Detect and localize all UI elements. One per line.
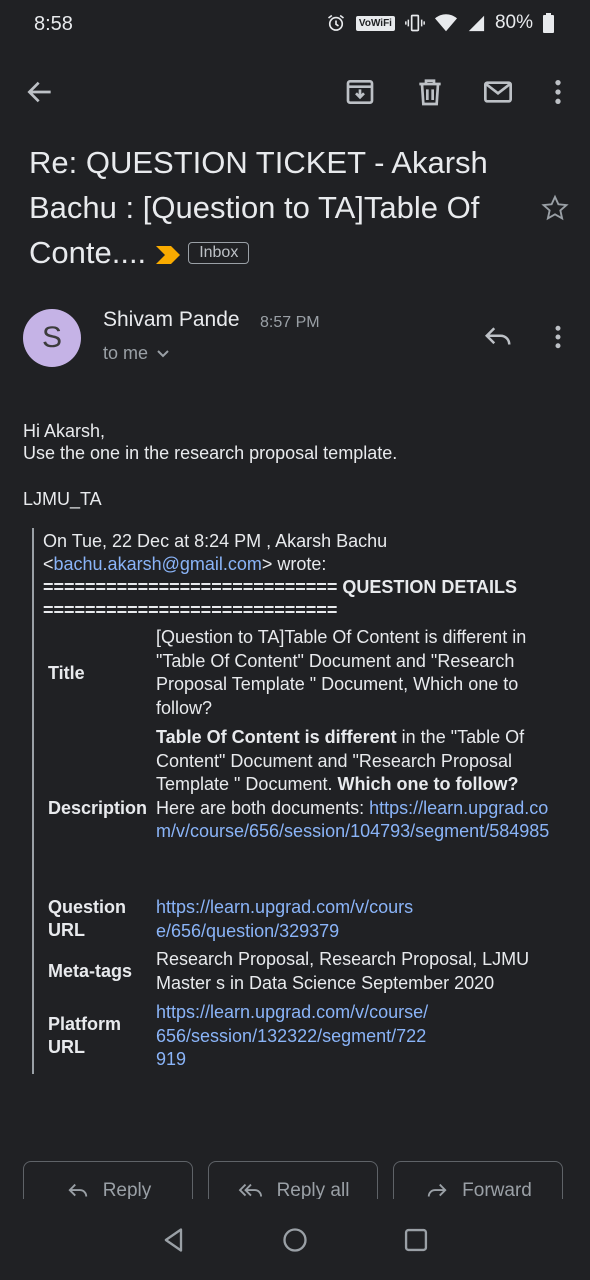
important-marker[interactable] <box>156 245 181 264</box>
quote-wrote: > wrote: <box>261 554 327 574</box>
message-text: Use the one in the research proposal tem… <box>23 443 398 463</box>
desc-bold-1: Table Of Content is different <box>156 727 397 747</box>
back-button[interactable] <box>24 76 56 108</box>
circle-home-icon <box>283 1228 307 1252</box>
arrow-back-icon <box>27 81 51 103</box>
quote-email-open: < <box>43 554 54 574</box>
desc-text-2: Here are both documents: <box>156 797 370 818</box>
quote-header: On Tue, 22 Dec at 8:24 PM , Akarsh Bachu <box>43 531 388 551</box>
mark-unread-button[interactable] <box>482 76 514 108</box>
vibrate-icon <box>405 14 425 32</box>
important-chevron-icon <box>156 245 181 264</box>
reply-icon <box>484 327 511 345</box>
greeting: Hi Akarsh, <box>23 421 106 441</box>
platform-url-link[interactable]: https://learn.upgrad.com/v/course/656/se… <box>156 1001 431 1072</box>
sender-name: Shivam Pande <box>103 308 240 331</box>
description-label: Description <box>48 798 148 818</box>
meta-tags-label: Meta-tags <box>48 961 133 981</box>
title-value: [Question to TA]Table Of Content is diff… <box>156 627 527 718</box>
star-button[interactable] <box>541 194 569 222</box>
reply-icon-button[interactable] <box>482 322 514 352</box>
nav-back-button[interactable] <box>160 1226 188 1254</box>
sent-time: 8:57 PM <box>260 314 320 331</box>
separator-2: ============================ <box>43 600 338 620</box>
more-vert-icon <box>555 325 561 349</box>
alarm-icon <box>327 14 344 31</box>
mail-icon <box>484 81 512 103</box>
separator-1: ============================ <box>43 577 338 597</box>
delete-button[interactable] <box>414 76 446 108</box>
section-title: QUESTION DETAILS <box>342 577 518 597</box>
triangle-back-icon <box>164 1228 183 1252</box>
description-value: Table Of Content is different in the "Ta… <box>156 726 561 844</box>
message-more-button[interactable] <box>542 322 574 352</box>
subject-line-2: Bachu : [Question to TA]Table Of <box>29 190 480 225</box>
quoted-message: On Tue, 22 Dec at 8:24 PM , Akarsh Bachu… <box>43 530 563 1069</box>
battery-percent: 80% <box>494 12 533 33</box>
nav-home-button[interactable] <box>281 1226 309 1254</box>
status-icons: VoWiFi 80% <box>326 12 554 34</box>
quote-bar <box>32 528 34 1074</box>
recipient-details[interactable]: to me <box>103 343 170 364</box>
title-label: Title <box>48 663 85 683</box>
desc-bold-2: Which one to follow? <box>337 774 519 794</box>
wifi-icon <box>434 14 457 32</box>
question-url-label: Question URL <box>48 897 127 940</box>
label-chip-inbox[interactable]: Inbox <box>188 241 250 264</box>
meta-tags-value: Research Proposal, Research Proposal, LJ… <box>156 949 530 993</box>
vowifi-badge: VoWiFi <box>355 15 395 31</box>
signal-icon <box>468 15 485 32</box>
archive-icon <box>346 80 374 104</box>
message-body: Hi Akarsh, Use the one in the research p… <box>23 420 397 510</box>
recipient-label: to me <box>103 343 149 363</box>
subject-line-3: Conte.... <box>29 235 147 270</box>
nav-recents-button[interactable] <box>402 1226 430 1254</box>
more-vert-icon <box>555 80 561 104</box>
status-time: 8:58 <box>34 13 73 35</box>
subject-line-1: Re: QUESTION TICKET - Akarsh <box>29 145 488 180</box>
question-url-link[interactable]: https://learn.upgrad.com/v/course/656/qu… <box>156 896 416 943</box>
trash-icon <box>419 79 441 106</box>
star-icon <box>541 194 569 221</box>
email-subject: Re: QUESTION TICKET - Akarsh Bachu : [Qu… <box>29 140 509 275</box>
signature: LJMU_TA <box>23 489 102 509</box>
chevron-down-icon <box>157 349 169 357</box>
battery-icon <box>543 13 554 33</box>
platform-url-label: Platform URL <box>48 1014 122 1057</box>
square-recents-icon <box>404 1228 428 1252</box>
sender-email-link[interactable]: bachu.akarsh@gmail.com <box>54 554 262 574</box>
archive-button[interactable] <box>344 76 376 108</box>
more-options-button[interactable] <box>542 76 574 108</box>
sender-avatar[interactable]: S <box>23 309 81 367</box>
